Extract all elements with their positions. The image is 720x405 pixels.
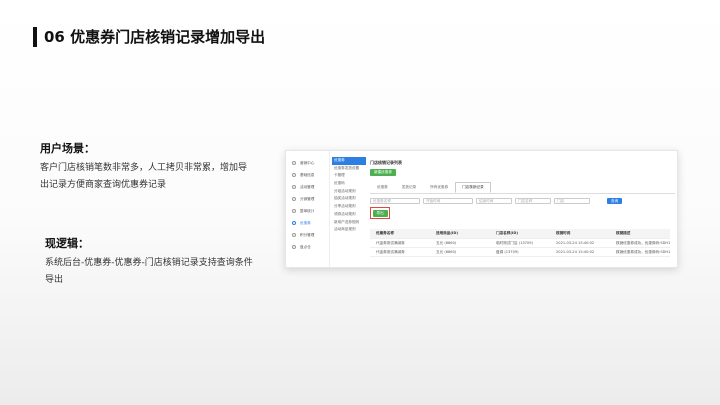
table-row: 代金券测试满减券 五元 (6860) 临时测试门店 (13709) 2021-03-2… xyxy=(370,239,670,248)
circle-icon xyxy=(292,197,296,201)
filter-input[interactable]: 门店 xyxy=(554,198,590,204)
table-cell: 2021-03-24 15:40:02 xyxy=(556,241,595,245)
submenu-item[interactable]: 优惠券发放设置 xyxy=(332,165,366,173)
filter-input[interactable]: 结束时间 xyxy=(476,198,512,204)
sidebar: 营销中心基础信息活动管理分销管理整单统计优惠券积分管理盘点仓 xyxy=(286,151,330,267)
sidebar-item-label: 基础信息 xyxy=(300,172,315,177)
table-header-row: 优惠券名称 适用商品(ID) 门店名称(ID) 核销时间 核销描述 xyxy=(370,229,670,239)
tab-item[interactable]: 发放记录 xyxy=(395,182,423,193)
circle-icon xyxy=(292,161,296,165)
submenu-item[interactable]: 活动商品规则 xyxy=(332,226,366,234)
circle-icon xyxy=(292,245,296,249)
table-cell: 核销优惠券成功，优惠券码:SDH1598 xyxy=(616,240,670,245)
table-row: 代金券测试满减券 五元 (6860) 盘锦 (13709) 2021-03-24 15… xyxy=(370,248,670,257)
user-scenario-heading: 用户场景： xyxy=(40,142,95,155)
sidebar-item-label: 活动管理 xyxy=(300,184,315,189)
submenu: 优惠券 优惠券发放设置 卡管理 优惠码 分组活动规则 抽奖活动规则 分享活动规则 领券活动规则… xyxy=(332,157,366,234)
circle-icon xyxy=(292,221,296,225)
page-title: 06 优惠券门店核销记录增加导出 xyxy=(44,28,266,46)
sidebar-item[interactable]: 基础信息 xyxy=(286,169,329,181)
circle-icon xyxy=(292,185,296,189)
sidebar-item[interactable]: 优惠券 xyxy=(286,217,329,229)
submenu-item[interactable]: 分享活动规则 xyxy=(332,203,366,211)
circle-icon xyxy=(292,209,296,213)
column-header: 优惠券名称 xyxy=(376,231,394,235)
sidebar-item-label: 整单统计 xyxy=(300,208,315,213)
tab-item[interactable]: 所有优惠券 xyxy=(423,182,455,193)
table-cell: 代金券测试满减券 xyxy=(376,249,405,254)
table-cell: 盘锦 (13709) xyxy=(496,249,519,254)
sidebar-item[interactable]: 整单统计 xyxy=(286,205,329,217)
user-scenario-section: 用户场景： 客户门店核销笔数非常多，人工拷贝非常累，增加导出记录方便商家查询优惠… xyxy=(40,141,250,194)
submenu-item[interactable]: 新用户送券规则 xyxy=(332,219,366,227)
table-cell: 核销优惠券成功，优惠券码:SDH1598 xyxy=(616,249,670,254)
table-cell: 代金券测试满减券 xyxy=(376,240,405,245)
export-highlight: 导出 xyxy=(370,207,391,219)
sidebar-item-label: 积分管理 xyxy=(300,232,315,237)
current-logic-text: 系统后台-优惠券-优惠券-门店核销记录支持查询条件导出 xyxy=(45,258,253,285)
current-logic-section: 现逻辑： 系统后台-优惠券-优惠券-门店核销记录支持查询条件导出 xyxy=(45,236,255,289)
user-scenario-text: 客户门店核销笔数非常多，人工拷贝非常累，增加导出记录方便商家查询优惠券记录 xyxy=(40,163,248,190)
breadcrumb: 门店核销记录列表 xyxy=(370,160,402,165)
new-coupon-button[interactable]: 新建优惠券 xyxy=(370,169,396,176)
submenu-item[interactable]: 抽奖活动规则 xyxy=(332,195,366,203)
submenu-item[interactable]: 分组活动规则 xyxy=(332,188,366,196)
circle-icon xyxy=(292,233,296,237)
column-header: 核销时间 xyxy=(556,231,571,235)
submenu-item[interactable]: 优惠券 xyxy=(332,157,366,165)
sidebar-item[interactable]: 活动管理 xyxy=(286,181,329,193)
filter-bar: 优惠券名称 开始时间 结束时间 门店名称 门店 查询 xyxy=(370,198,675,204)
export-button[interactable]: 导出 xyxy=(372,209,388,217)
circle-icon xyxy=(292,173,296,177)
filter-input[interactable]: 优惠券名称 xyxy=(370,198,420,204)
submenu-item[interactable]: 优惠码 xyxy=(332,180,366,188)
table-cell: 五元 (6860) xyxy=(436,240,457,245)
column-header: 核销描述 xyxy=(616,231,631,235)
query-button[interactable]: 查询 xyxy=(607,198,623,204)
sidebar-item[interactable]: 盘点仓 xyxy=(286,241,329,253)
title-accent-bar xyxy=(33,27,37,47)
table-cell: 临时测试门店 (13709) xyxy=(496,240,533,245)
tab-item[interactable]: 优惠券 xyxy=(370,182,395,193)
sidebar-item[interactable]: 营销中心 xyxy=(286,157,329,169)
sidebar-item-label: 分销管理 xyxy=(300,196,315,201)
sidebar-item[interactable]: 积分管理 xyxy=(286,229,329,241)
records-table: 优惠券名称 适用商品(ID) 门店名称(ID) 核销时间 核销描述 代金券测试满减券 五元 … xyxy=(370,229,670,257)
sidebar-item[interactable]: 分销管理 xyxy=(286,193,329,205)
sidebar-item-label: 营销中心 xyxy=(300,160,315,165)
sidebar-item-label: 盘点仓 xyxy=(300,244,311,249)
admin-screenshot: 营销中心 基础信息 活动管理 分销管理 整单统计 优惠券 积分管理 盘点仓 优惠券 优惠券发放设… xyxy=(285,150,678,268)
column-header: 适用商品(ID) xyxy=(436,231,458,235)
main-content: 门店核销记录列表 新建优惠券 优惠券 发放记录 所有优惠券 门店核销记录 优惠券名称 … xyxy=(370,157,675,257)
current-logic-heading: 现逻辑： xyxy=(45,237,89,250)
column-header: 门店名称(ID) xyxy=(496,231,518,235)
tab-bar: 优惠券 发放记录 所有优惠券 门店核销记录 xyxy=(370,182,675,194)
table-cell: 2021-03-24 15:40:02 xyxy=(556,250,595,254)
table-cell: 五元 (6860) xyxy=(436,249,457,254)
filter-input[interactable]: 门店名称 xyxy=(515,198,551,204)
submenu-item[interactable]: 卡管理 xyxy=(332,172,366,180)
filter-input[interactable]: 开始时间 xyxy=(423,198,473,204)
tab-item[interactable]: 门店核销记录 xyxy=(455,182,491,193)
submenu-item[interactable]: 领券活动规则 xyxy=(332,211,366,219)
sidebar-item-label: 优惠券 xyxy=(300,220,311,225)
